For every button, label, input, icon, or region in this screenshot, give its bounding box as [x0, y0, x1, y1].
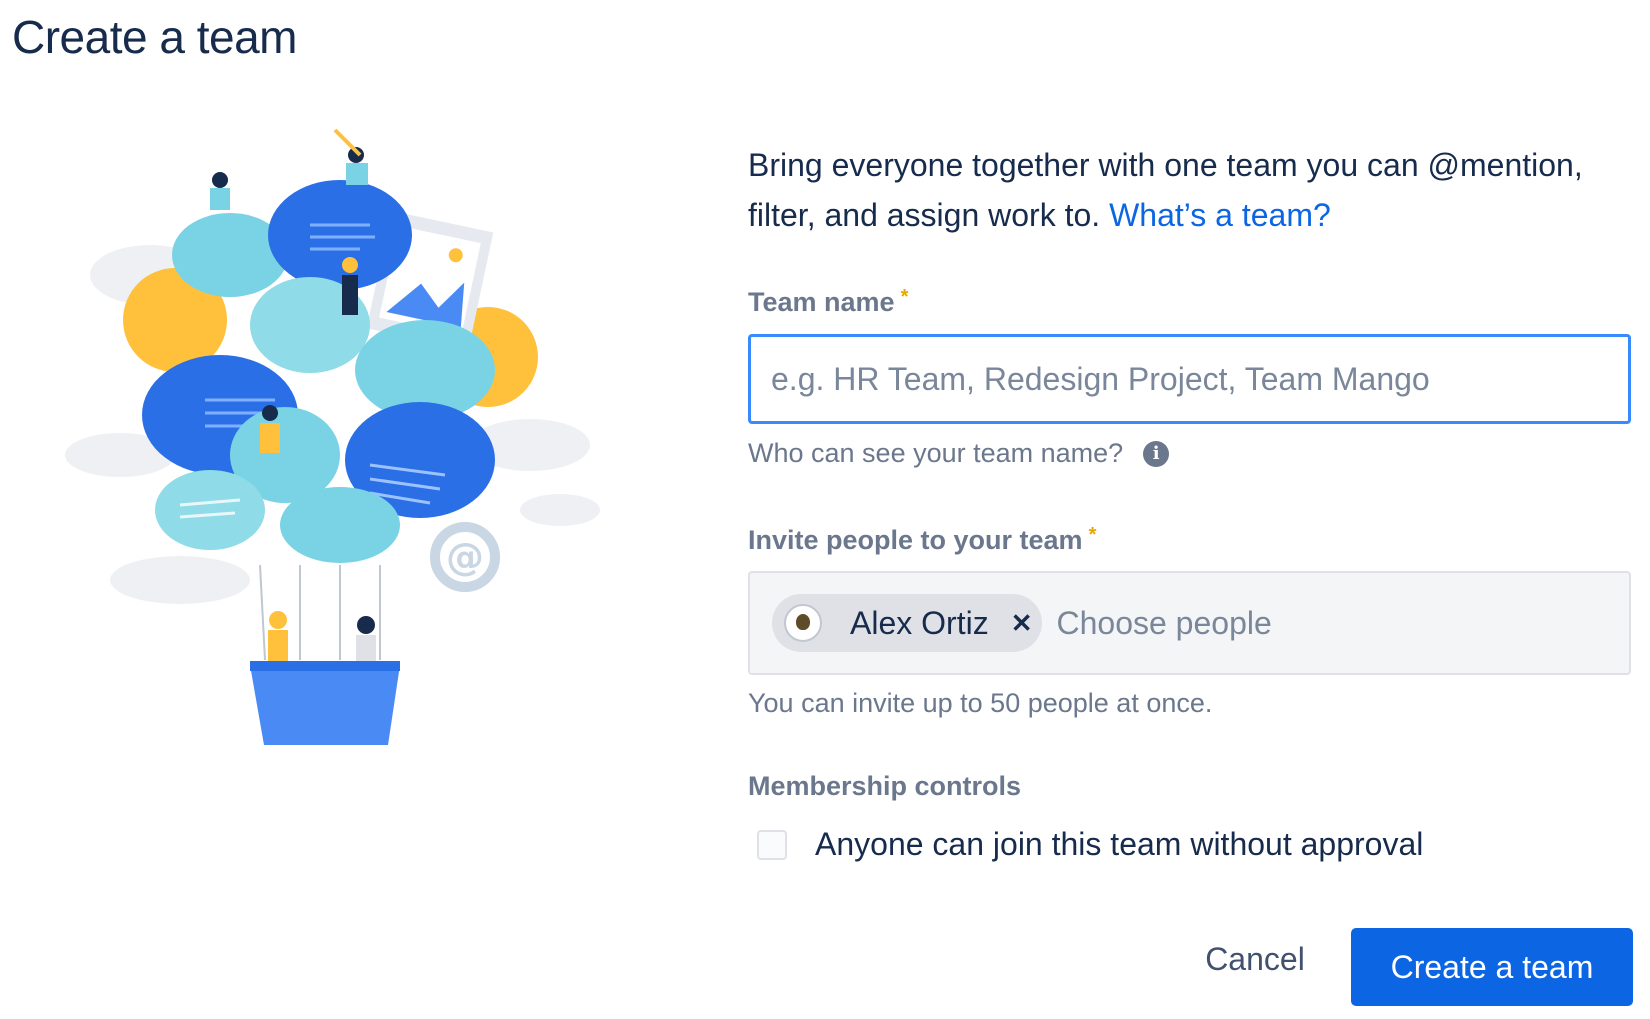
- svg-text:@: @: [446, 535, 484, 579]
- close-icon[interactable]: ✕: [1011, 608, 1033, 639]
- avatar: [784, 604, 822, 642]
- open-membership-label: Anyone can join this team without approv…: [815, 826, 1424, 862]
- team-balloon-illustration: @: [65, 128, 600, 745]
- people-picker[interactable]: Alex Ortiz ✕: [748, 571, 1631, 675]
- required-marker: *: [1088, 524, 1097, 546]
- membership-controls-label: Membership controls: [748, 771, 1022, 801]
- cancel-button[interactable]: Cancel: [1180, 920, 1330, 998]
- choose-people-input[interactable]: [1054, 603, 1439, 643]
- person-chip-name: Alex Ortiz: [850, 604, 989, 641]
- person-chip: Alex Ortiz ✕: [772, 594, 1043, 652]
- invite-people-label: Invite people to your team *: [748, 524, 1097, 555]
- team-name-helper: Who can see your team name? i: [748, 438, 1170, 469]
- open-membership-checkbox[interactable]: [757, 829, 787, 860]
- open-membership-option[interactable]: Anyone can join this team without approv…: [757, 826, 1423, 863]
- required-marker: *: [900, 286, 909, 308]
- team-name-input[interactable]: [748, 334, 1631, 424]
- create-team-button[interactable]: Create a team: [1351, 928, 1633, 1006]
- whats-a-team-link[interactable]: What’s a team?: [1109, 197, 1331, 233]
- team-name-label: Team name *: [748, 286, 909, 317]
- info-icon[interactable]: i: [1143, 440, 1170, 467]
- page-title: Create a team: [12, 11, 297, 63]
- intro-text: Bring everyone together with one team yo…: [748, 147, 1583, 233]
- invite-helper: You can invite up to 50 people at once.: [748, 688, 1213, 718]
